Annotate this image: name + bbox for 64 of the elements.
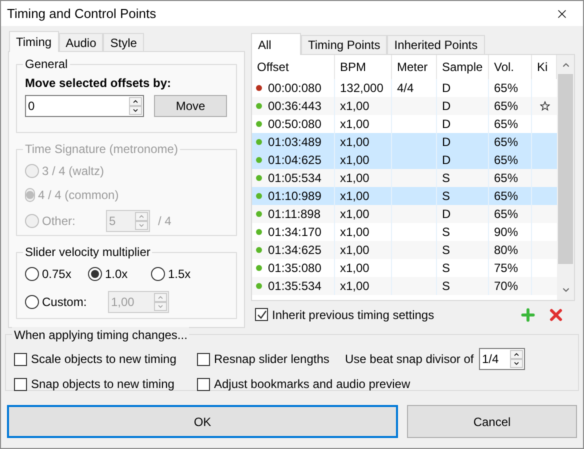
radio-label: 1.5x xyxy=(168,266,191,283)
table-row[interactable]: 01:11:898 x1,00 D 65% xyxy=(252,205,557,223)
checkbox-label: Snap objects to new timing xyxy=(31,376,174,393)
tab[interactable]: Audio xyxy=(58,33,104,51)
checkbox-label: Resnap slider lengths xyxy=(214,351,330,368)
checkbox[interactable] xyxy=(255,308,268,321)
checkbox-label: Scale objects to new timing xyxy=(31,351,176,368)
radio-label: 0.75x xyxy=(42,266,72,283)
table-cell-text: 01:03:489 xyxy=(268,134,322,151)
suffix-label: / 4 xyxy=(158,213,172,230)
tab[interactable]: Timing xyxy=(9,31,59,52)
radio-button[interactable] xyxy=(25,267,39,281)
table-cell-text: 00:50:080 xyxy=(268,116,322,133)
window-title: Timing and Control Points xyxy=(7,4,156,23)
checkmark-icon xyxy=(256,310,266,320)
table-cell: S xyxy=(437,277,489,295)
table-cell-text: 01:35:080 xyxy=(268,260,322,277)
checkbox-label: Adjust bookmarks and audio preview xyxy=(214,376,410,393)
table-row[interactable]: 00:36:443 x1,00 D 65% xyxy=(252,97,557,115)
table-cell-text: 01:34:625 xyxy=(268,242,322,259)
ok-button[interactable]: OK xyxy=(7,405,398,438)
table-row[interactable]: 01:05:534 x1,00 S 65% xyxy=(252,169,557,187)
radio-button[interactable] xyxy=(151,267,165,281)
table-cell: 70% xyxy=(489,277,532,295)
checkbox[interactable] xyxy=(14,352,27,366)
group-title: When applying timing changes... xyxy=(12,327,190,343)
checkbox[interactable] xyxy=(197,378,210,390)
tab[interactable]: Inherited Points xyxy=(387,35,485,54)
table-row[interactable]: 01:35:534 x1,00 S 70% xyxy=(252,277,557,295)
spin-field[interactable]: 1/4 xyxy=(479,348,525,370)
group-title: Time Signature (metronome) xyxy=(23,141,180,157)
table-cell-text: 01:05:534 xyxy=(268,170,322,187)
table-row[interactable]: 01:34:625 x1,00 S 80% xyxy=(252,241,557,259)
checkbox[interactable] xyxy=(197,352,210,366)
table-cell-text: 01:35:534 xyxy=(268,278,322,295)
spin-field[interactable]: 0 xyxy=(25,95,144,117)
cancel-button[interactable]: Cancel xyxy=(407,405,577,438)
divisor-label: Use beat snap divisor of xyxy=(345,351,475,368)
table-row[interactable]: 01:03:489 x1,00 D 65% xyxy=(252,133,557,151)
radio-label: 3 / 4 (waltz) xyxy=(42,163,104,180)
table-cell-text: 00:00:080 xyxy=(268,80,322,97)
checkbox-label: Inherit previous timing settings xyxy=(272,306,434,324)
radio-label: Other: xyxy=(42,213,76,230)
radio-label: Custom: xyxy=(42,294,87,311)
table-cell-text: 01:11:898 xyxy=(268,206,320,223)
table-row[interactable]: 01:04:625 x1,00 D 65% xyxy=(252,151,557,169)
table-cell: x1,00 xyxy=(335,277,392,295)
scrollbar[interactable] xyxy=(557,55,574,300)
tab[interactable]: Style xyxy=(103,33,144,51)
table-cell-text: 01:34:170 xyxy=(268,224,322,241)
table-cell-text: 01:10:989 xyxy=(268,188,322,205)
radio-label: 4 / 4 (common) xyxy=(38,187,119,204)
table-cell-text: 00:36:443 xyxy=(268,98,322,115)
table-cell-text: 01:04:625 xyxy=(268,152,322,169)
table-row[interactable]: 01:10:989 x1,00 S 65% xyxy=(252,187,557,205)
tab[interactable]: Timing Points xyxy=(301,35,388,54)
move-button[interactable]: Move xyxy=(154,95,227,117)
checkbox[interactable] xyxy=(14,378,27,390)
radio-label: 1.0x xyxy=(105,266,128,283)
group-title: Slider velocity multiplier xyxy=(23,244,152,260)
scroll-thumb[interactable] xyxy=(558,74,573,264)
move-label: Move selected offsets by: xyxy=(25,75,172,92)
radio-button[interactable] xyxy=(88,267,102,281)
tab[interactable]: All xyxy=(251,33,301,55)
